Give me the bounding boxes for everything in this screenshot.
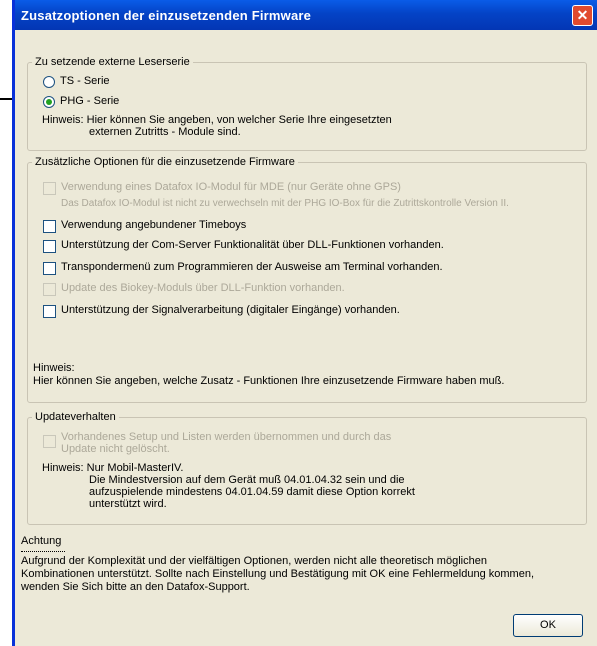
checkbox-io-modul-label: Verwendung eines Datafox IO-Modul für MD… — [61, 181, 401, 193]
checkbox-biokey[interactable] — [43, 283, 56, 296]
checkbox-signalverarbeitung[interactable] — [43, 305, 56, 318]
leserserie-legend: Zu setzende externe Leserserie — [35, 56, 190, 68]
checkbox-setup-label-line2: Update nicht gelöscht. — [61, 443, 170, 455]
checkbox-io-modul[interactable] — [43, 182, 56, 195]
dialog-window: Zusatzoptionen der einzusetzenden Firmwa… — [12, 0, 597, 646]
update-hint-line2: Die Mindestversion auf dem Gerät muß 04.… — [89, 474, 405, 486]
optionen-hint-line2: Hier können Sie angeben, welche Zusatz -… — [33, 375, 505, 387]
checkbox-biokey-label: Update des Biokey-Moduls über DLL-Funkti… — [61, 282, 345, 294]
io-modul-note: Das Datafox IO-Modul ist nicht zu verwec… — [61, 198, 509, 209]
optionen-group: Zusätzliche Optionen für die einzusetzen… — [27, 156, 587, 403]
achtung-line2: Kombinationen unterstützt. Sollte nach E… — [21, 568, 535, 580]
radio-ts-serie-label[interactable]: TS - Serie — [60, 75, 110, 87]
radio-phg-serie-label[interactable]: PHG - Serie — [60, 95, 119, 107]
window-title: Zusatzoptionen der einzusetzenden Firmwa… — [21, 8, 312, 23]
leserserie-hint-line1: Hinweis: Hier können Sie angeben, von we… — [42, 114, 392, 126]
checkbox-com-server-label[interactable]: Unterstützung der Com-Server Funktionali… — [61, 239, 444, 251]
leserserie-hint-line2: externen Zutritts - Module sind. — [89, 126, 241, 138]
ok-button[interactable]: OK — [513, 614, 583, 637]
checkbox-setup-label-line1: Vorhandenes Setup und Listen werden über… — [61, 431, 392, 443]
updateverhalten-legend: Updateverhalten — [35, 411, 116, 423]
achtung-line3: wenden Sie Sich bitte an den Datafox-Sup… — [21, 581, 250, 593]
update-hint-line1: Hinweis: Nur Mobil-MasterIV. — [42, 462, 184, 474]
achtung-title: Achtung — [21, 535, 62, 547]
optionen-hint-line1: Hinweis: — [33, 362, 75, 374]
checkbox-signalverarbeitung-label[interactable]: Unterstützung der Signalverarbeitung (di… — [61, 304, 400, 316]
checkbox-com-server[interactable] — [43, 240, 56, 253]
update-hint-line3: aufzuspielende mindestens 04.01.04.59 da… — [89, 486, 415, 498]
radio-ts-serie[interactable] — [43, 76, 55, 88]
update-hint-line4: unterstützt wird. — [89, 498, 167, 510]
checkbox-transpondermenu-label[interactable]: Transpondermenü zum Programmieren der Au… — [61, 261, 443, 273]
checkbox-timeboys-label[interactable]: Verwendung angebundener Timeboys — [61, 219, 246, 231]
close-button[interactable]: ✕ — [572, 5, 593, 26]
checkbox-setup-uebernehmen[interactable] — [43, 435, 56, 448]
radio-phg-serie[interactable] — [43, 96, 55, 108]
achtung-underline — [21, 551, 65, 552]
optionen-legend: Zusätzliche Optionen für die einzusetzen… — [35, 156, 295, 168]
checkbox-timeboys[interactable] — [43, 220, 56, 233]
checkbox-transpondermenu[interactable] — [43, 262, 56, 275]
title-bar[interactable]: Zusatzoptionen der einzusetzenden Firmwa… — [15, 0, 597, 30]
achtung-line1: Aufgrund der Komplexität und der vielfäl… — [21, 555, 487, 567]
